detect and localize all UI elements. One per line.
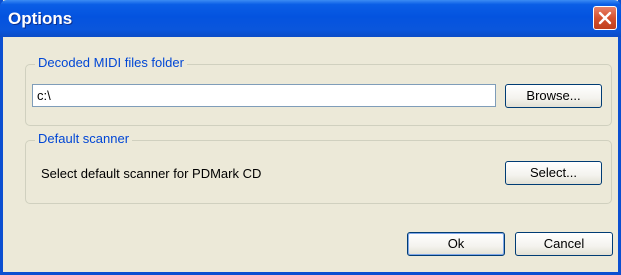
cancel-button[interactable]: Cancel xyxy=(515,232,613,256)
folder-group-legend: Decoded MIDI files folder xyxy=(35,55,187,70)
close-icon xyxy=(598,11,612,25)
title-bar[interactable]: Options xyxy=(0,0,621,37)
browse-button[interactable]: Browse... xyxy=(505,84,602,108)
window-title: Options xyxy=(8,9,73,28)
scanner-description: Select default scanner for PDMark CD xyxy=(41,166,262,181)
close-button[interactable] xyxy=(593,6,617,30)
scanner-group-legend: Default scanner xyxy=(35,131,133,146)
options-dialog: Options Decoded MIDI files folder c:\ Br… xyxy=(0,0,621,275)
ok-button[interactable]: Ok xyxy=(407,232,505,256)
folder-path-input[interactable]: c:\ xyxy=(32,84,496,107)
select-scanner-button[interactable]: Select... xyxy=(505,161,602,185)
